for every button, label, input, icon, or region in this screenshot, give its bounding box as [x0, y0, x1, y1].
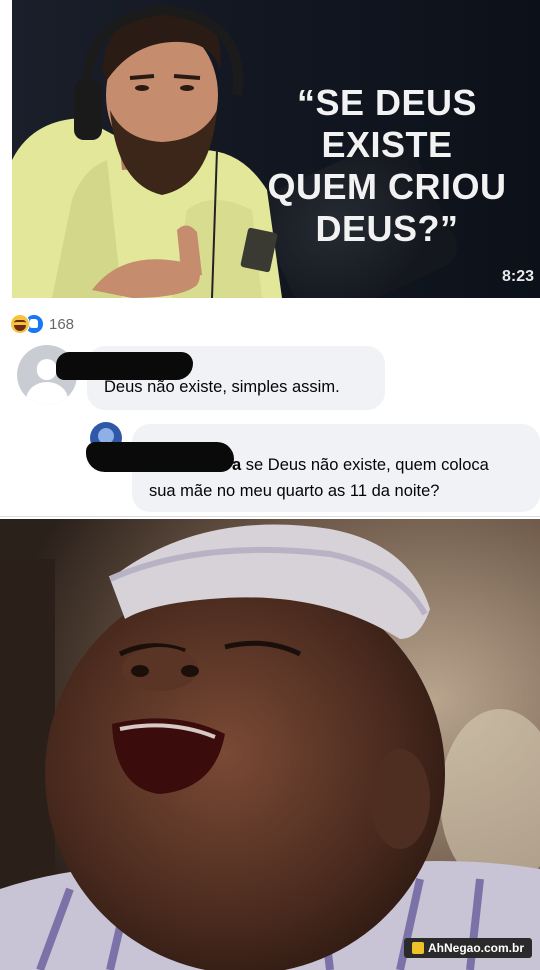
- reply-text-start: se Deus não existe, quem coloca: [241, 456, 489, 474]
- redacted-reply-name: [86, 442, 234, 472]
- site-watermark: AhNegao.com.br: [403, 938, 532, 958]
- reactions-summary[interactable]: 168: [10, 314, 74, 334]
- redacted-commenter-name: [56, 352, 193, 380]
- reply-text-line-1: a se Deus não existe, quem coloca: [232, 454, 489, 476]
- divider: [0, 516, 540, 517]
- avatar-body-shape: [26, 382, 68, 405]
- video-thumbnail[interactable]: “SE DEUS EXISTE QUEM CRIOU DEUS?” 8:23: [12, 0, 540, 298]
- video-title-line-2: QUEM CRIOU: [267, 166, 507, 207]
- video-title-line-1: “SE DEUS EXISTE: [296, 82, 478, 165]
- video-title: “SE DEUS EXISTE QUEM CRIOU DEUS?”: [232, 82, 540, 250]
- meme-photo: AhNegao.com.br: [0, 519, 540, 970]
- watermark-text: AhNegao.com.br: [427, 941, 524, 955]
- avatar-head-shape: [36, 359, 58, 380]
- video-title-line-3: DEUS?”: [315, 208, 459, 249]
- reply-text-line-2: sua mãe no meu quarto as 11 da noite?: [149, 482, 440, 500]
- haha-reaction-icon: [10, 314, 30, 334]
- ahnegao-logo-icon: [411, 942, 424, 954]
- video-duration: 8:23: [501, 268, 534, 285]
- laughing-man-image: [0, 519, 540, 970]
- reaction-count: 168: [49, 315, 75, 333]
